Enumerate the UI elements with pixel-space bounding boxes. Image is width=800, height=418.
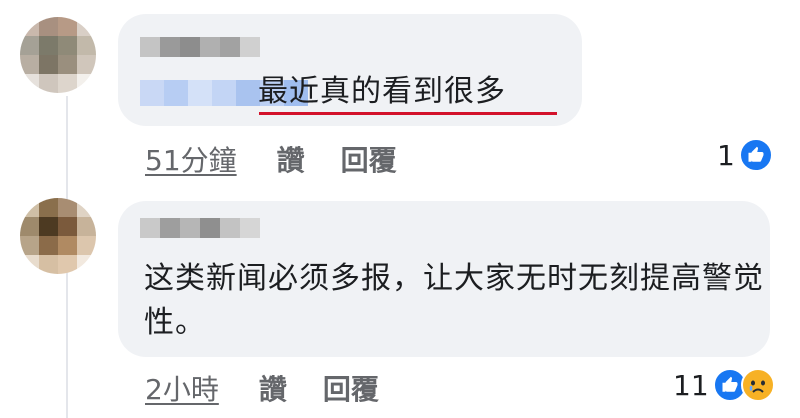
avatar-pixel [77,36,96,55]
avatar-pixel [39,17,58,36]
avatar-pixel [77,255,96,274]
comment-text: 这类新闻必须多报，让大家无时无刻提高警觉性。 [144,261,764,340]
name-pixel [240,218,260,238]
comment-bubble: 这类新闻必须多报，让大家无时无刻提高警觉性。 [118,201,770,357]
avatar-pixel [39,36,58,55]
name-pixel [200,218,220,238]
reaction-summary[interactable]: 1 [717,138,773,172]
name-pixel [200,37,220,57]
avatar-pixel [77,198,96,217]
commenter-name-blurred[interactable] [140,37,260,57]
avatar-pixel [58,36,77,55]
avatar-pixel [20,217,39,236]
name-pixel [220,37,240,57]
like-icon [738,138,773,172]
name-pixel [220,218,240,238]
avatar-pixel [58,17,77,36]
avatar-pixel [58,198,77,217]
comment-timestamp[interactable]: 51分鐘 [145,139,237,179]
avatar-pixel [77,236,96,255]
avatar-pixel [39,55,58,74]
avatar-pixel [77,17,96,36]
avatar-pixel [39,236,58,255]
avatar-pixel [58,74,77,93]
mention-pixel [188,80,212,106]
avatar-pixel [20,17,39,36]
avatar-pixel [39,217,58,236]
avatar-pixel [58,55,77,74]
avatar-pixel [20,236,39,255]
avatar-pixel [77,74,96,93]
avatar-pixel [77,55,96,74]
mention-pixel [212,80,236,106]
like-button[interactable]: 讚 [259,368,287,408]
reaction-summary[interactable]: 11 [673,368,775,402]
avatar-pixel [58,217,77,236]
sad-icon [740,368,775,402]
name-pixel [180,37,200,57]
name-pixel [240,37,260,57]
reaction-count: 11 [673,368,709,402]
avatar-pixel [20,198,39,217]
avatar-pixel [20,74,39,93]
comment-actions: 2小時 讚 回覆 [145,368,415,408]
comment-actions: 51分鐘 讚 回覆 [145,139,433,179]
comment-bubble: 最近真的看到很多 [118,14,582,126]
reply-button[interactable]: 回覆 [341,139,397,179]
name-pixel [180,218,200,238]
reply-button[interactable]: 回覆 [323,368,379,408]
name-pixel [160,218,180,238]
avatar-pixel [39,74,58,93]
comment-text: 最近真的看到很多 [258,74,506,109]
name-pixel [140,37,160,57]
avatar-pixel [58,236,77,255]
highlight-underline [259,112,557,115]
avatar-pixel [39,255,58,274]
mention-pixel [236,80,260,106]
mention-pixel [164,80,188,106]
like-button[interactable]: 讚 [277,139,305,179]
avatar-pixel [20,36,39,55]
name-pixel [160,37,180,57]
name-pixel [140,218,160,238]
avatar[interactable] [20,198,96,274]
commenter-name-blurred[interactable] [140,218,260,238]
avatar[interactable] [20,17,96,93]
mention-pixel [140,80,164,106]
avatar-pixel [77,217,96,236]
comment-timestamp[interactable]: 2小時 [145,368,219,408]
avatar-pixel [58,255,77,274]
reaction-count: 1 [717,138,735,172]
avatar-pixel [20,55,39,74]
avatar-pixel [39,198,58,217]
avatar-pixel [20,255,39,274]
